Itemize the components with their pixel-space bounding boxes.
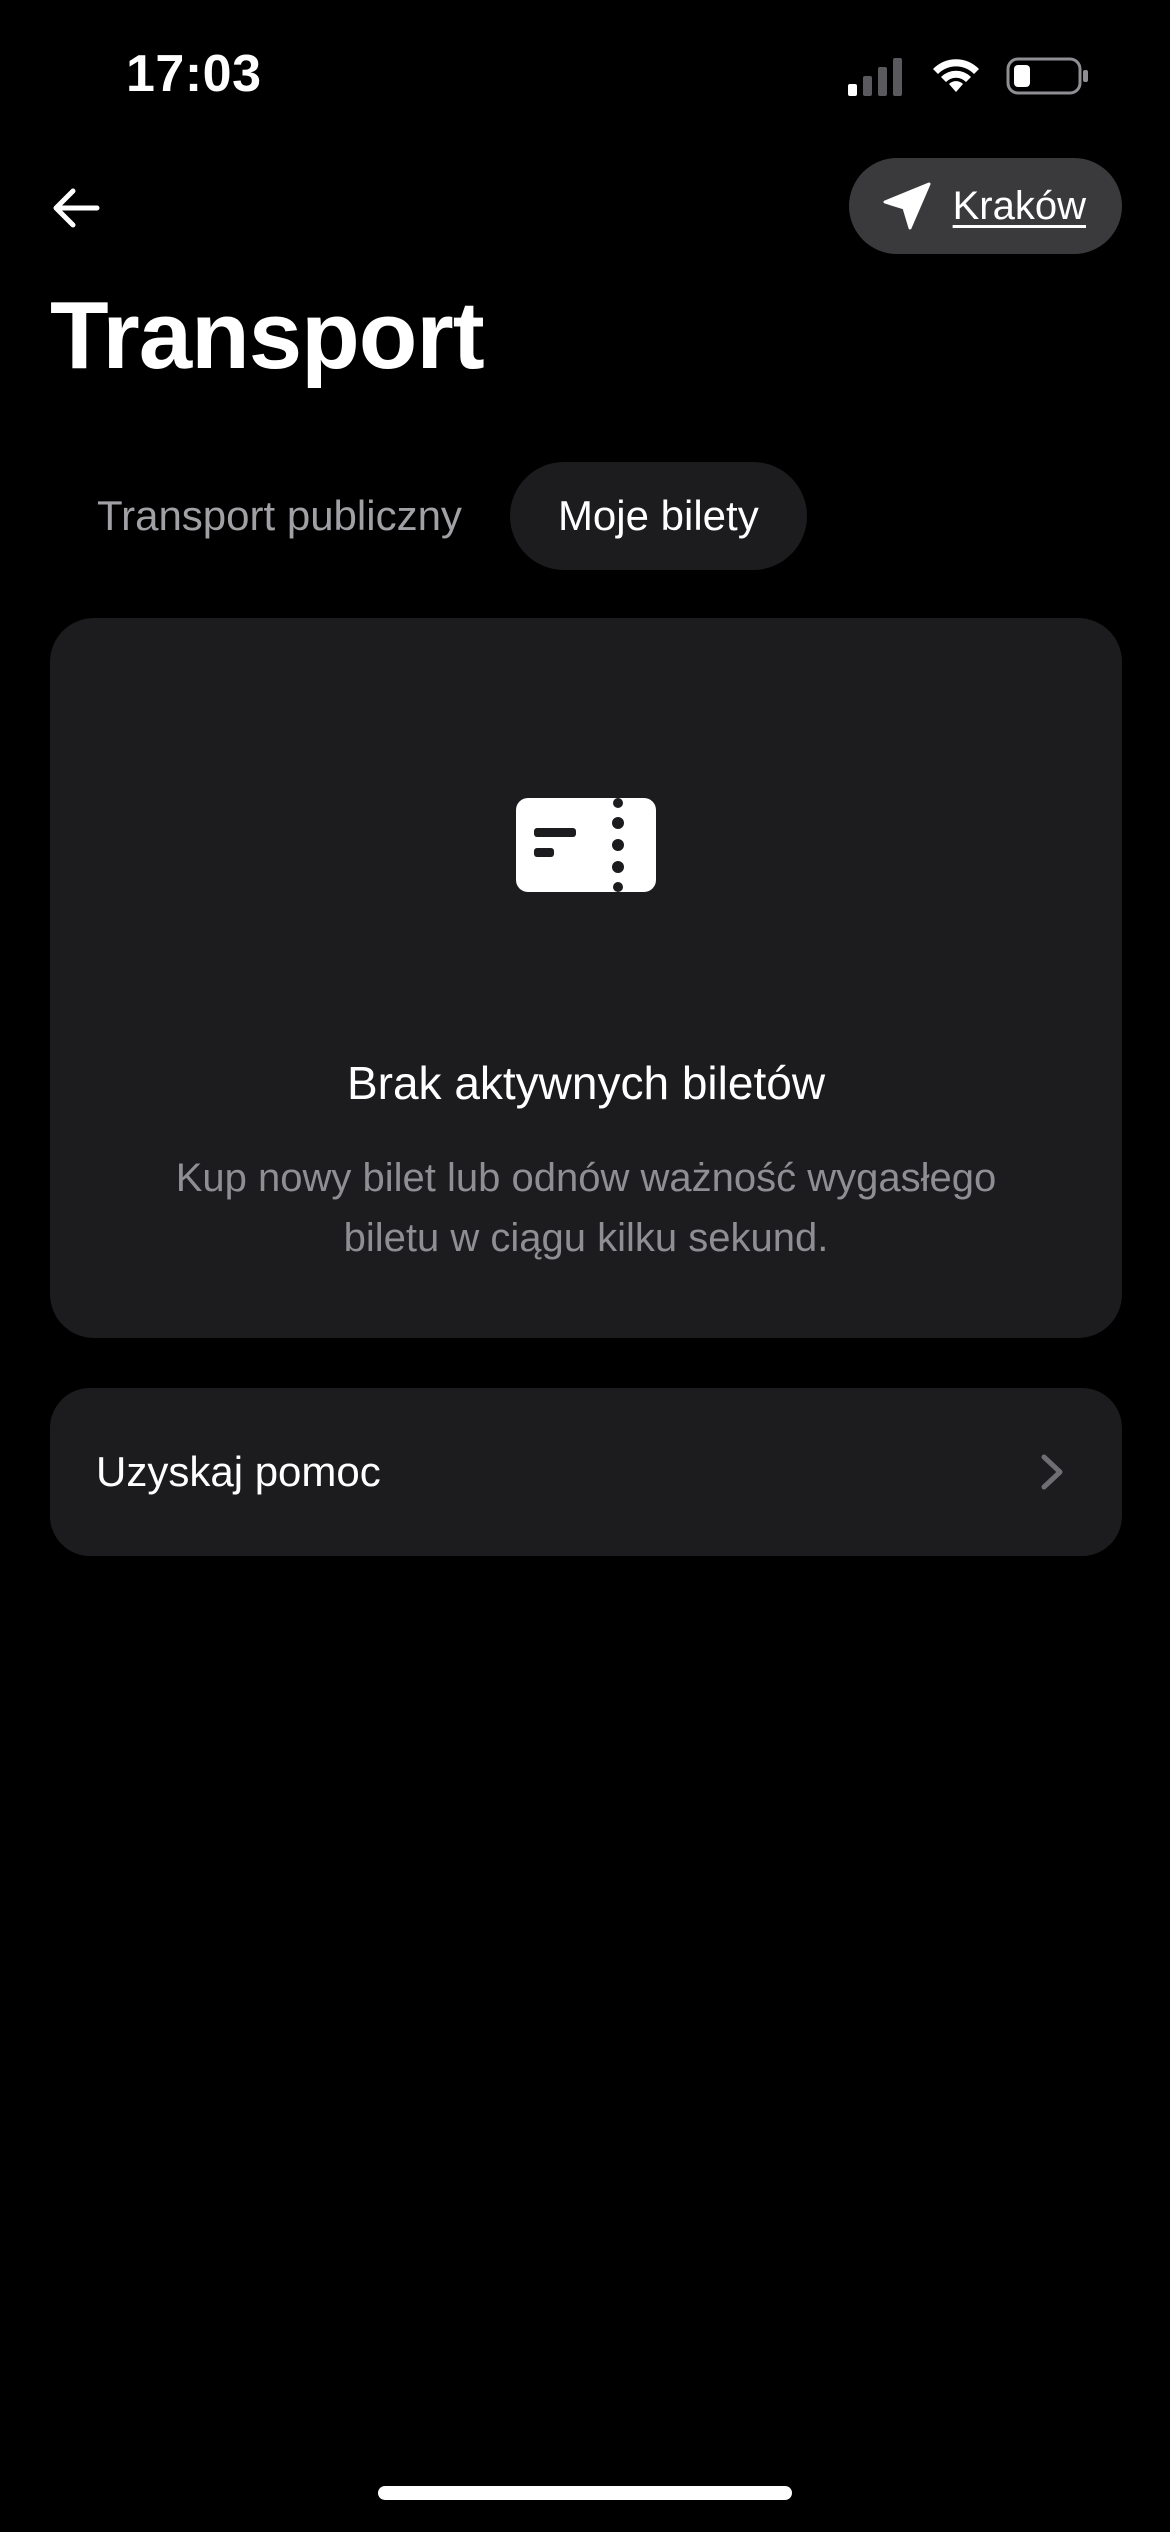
page-title: Transport <box>50 282 485 389</box>
empty-state-title: Brak aktywnych biletów <box>346 1057 826 1109</box>
wifi-icon <box>930 56 982 96</box>
location-selector-button[interactable]: Kraków <box>848 158 1122 254</box>
back-button[interactable] <box>40 172 112 244</box>
chevron-right-icon <box>1032 1452 1072 1492</box>
status-time: 17:03 <box>126 45 262 103</box>
battery-icon <box>1006 56 1090 96</box>
ticket-icon <box>516 798 656 892</box>
get-help-button[interactable]: Uzyskaj pomoc <box>50 1388 1122 1556</box>
home-indicator[interactable] <box>378 2486 792 2500</box>
signal-icon <box>846 56 906 96</box>
location-arrow-icon <box>881 180 933 232</box>
empty-tickets-card: Brak aktywnych biletów Kup nowy bilet lu… <box>50 618 1122 1338</box>
status-bar: 17:03 <box>0 0 1170 150</box>
tab-moje-bilety[interactable]: Moje bilety <box>509 462 807 570</box>
tab-bar: Transport publiczny Moje bilety <box>50 462 807 570</box>
status-icons <box>846 56 1090 96</box>
tab-transport-publiczny[interactable]: Transport publiczny <box>50 462 510 570</box>
empty-state-description: Kup nowy bilet lub odnów ważność wygasłe… <box>175 1156 997 1260</box>
arrow-left-icon <box>47 179 105 237</box>
get-help-label: Uzyskaj pomoc <box>96 1448 381 1495</box>
location-label: Kraków <box>952 183 1086 228</box>
